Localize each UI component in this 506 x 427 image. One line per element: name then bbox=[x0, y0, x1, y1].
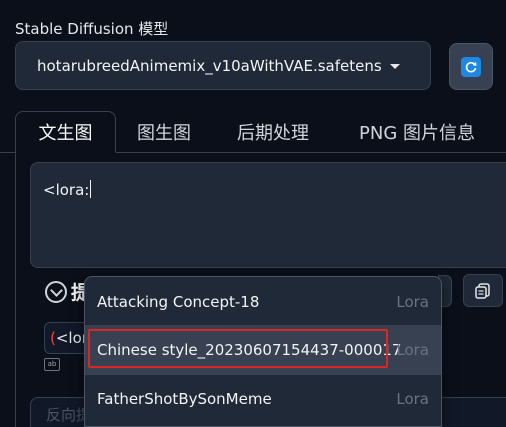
copy-icon bbox=[475, 282, 490, 299]
suggestion-type: Lora bbox=[396, 292, 429, 311]
app-root: Stable Diffusion 模型 hotarubreedAnimemix_… bbox=[0, 0, 506, 427]
suggestion-name: FatherShotBySonMeme bbox=[97, 390, 272, 408]
suggestion-item-selected[interactable]: Chinese style_20230607154437-000017 Lora bbox=[85, 325, 441, 374]
prompt-text: <lora: bbox=[43, 180, 92, 199]
tab-txt2img[interactable]: 文生图 bbox=[15, 111, 116, 153]
tab-img2img[interactable]: 图生图 bbox=[137, 119, 191, 145]
chevron-down-icon bbox=[390, 64, 400, 69]
abc-icon: ab bbox=[44, 358, 60, 371]
suggestion-name: Chinese style_20230607154437-000017 bbox=[97, 340, 402, 359]
tab-extras[interactable]: 后期处理 bbox=[237, 119, 309, 145]
model-select-value: hotarubreedAnimemix_v10aWithVAE.safetens… bbox=[37, 56, 381, 75]
suggestion-name: Attacking Concept-18 bbox=[97, 292, 260, 311]
model-select[interactable]: hotarubreedAnimemix_v10aWithVAE.safetens… bbox=[15, 41, 431, 90]
prompt-input[interactable] bbox=[30, 162, 506, 268]
refresh-icon bbox=[461, 56, 481, 77]
suggestion-type: Lora bbox=[396, 340, 429, 359]
tab-png-info[interactable]: PNG 图片信息 bbox=[359, 119, 475, 145]
suggestion-item[interactable]: FatherShotBySonMeme Lora bbox=[85, 374, 441, 423]
copy-button[interactable] bbox=[463, 274, 503, 307]
suggestion-item[interactable]: Attacking Concept-18 Lora bbox=[85, 277, 441, 326]
lora-chip-text: (<lor bbox=[50, 329, 88, 347]
suggestion-type: Lora bbox=[396, 390, 429, 408]
refresh-button[interactable] bbox=[449, 43, 493, 90]
collapse-icon[interactable] bbox=[45, 281, 67, 303]
autocomplete-popup: Attacking Concept-18 Lora Chinese style_… bbox=[84, 276, 442, 427]
model-label: Stable Diffusion 模型 bbox=[15, 20, 169, 38]
text-cursor bbox=[90, 180, 92, 198]
